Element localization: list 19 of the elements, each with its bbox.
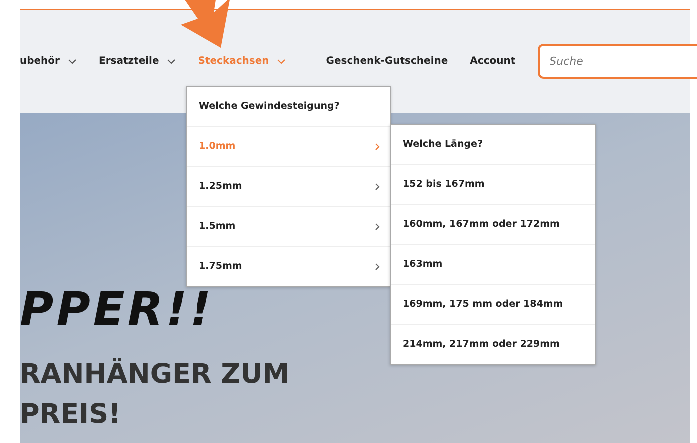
nav-link[interactable]: ubehör (20, 56, 77, 67)
submenu-item[interactable]: 163mm (391, 244, 595, 284)
menu-heading: Welche Gewindesteigung? (198, 100, 341, 114)
chevron-right-icon (375, 222, 380, 230)
nav-link[interactable]: Account (470, 56, 516, 67)
submenu-heading: Welche Länge? (402, 138, 484, 152)
chevron-right-icon (375, 262, 380, 270)
chevron-right-icon (375, 182, 380, 190)
hero-headline: PREIS! (20, 398, 121, 432)
nav-link[interactable]: Ersatzteile (98, 56, 176, 67)
hero-tagline: PPER!! (20, 283, 214, 335)
chevron-right-icon (375, 142, 380, 150)
submenu-item[interactable]: 169mm, 175 mm oder 184mm (391, 284, 595, 324)
nav-link[interactable]: Geschenk-Gutscheine (326, 56, 448, 67)
search-field[interactable]: Suche (538, 44, 697, 79)
submenu-item[interactable]: 152 bis 167mm (391, 164, 595, 204)
submenu-item[interactable]: 160mm, 167mm oder 172mm (391, 204, 595, 244)
submenu-item[interactable]: 214mm, 217mm oder 229mm (391, 324, 595, 364)
hero-headline: RANHÄNGER ZUM (20, 357, 290, 392)
